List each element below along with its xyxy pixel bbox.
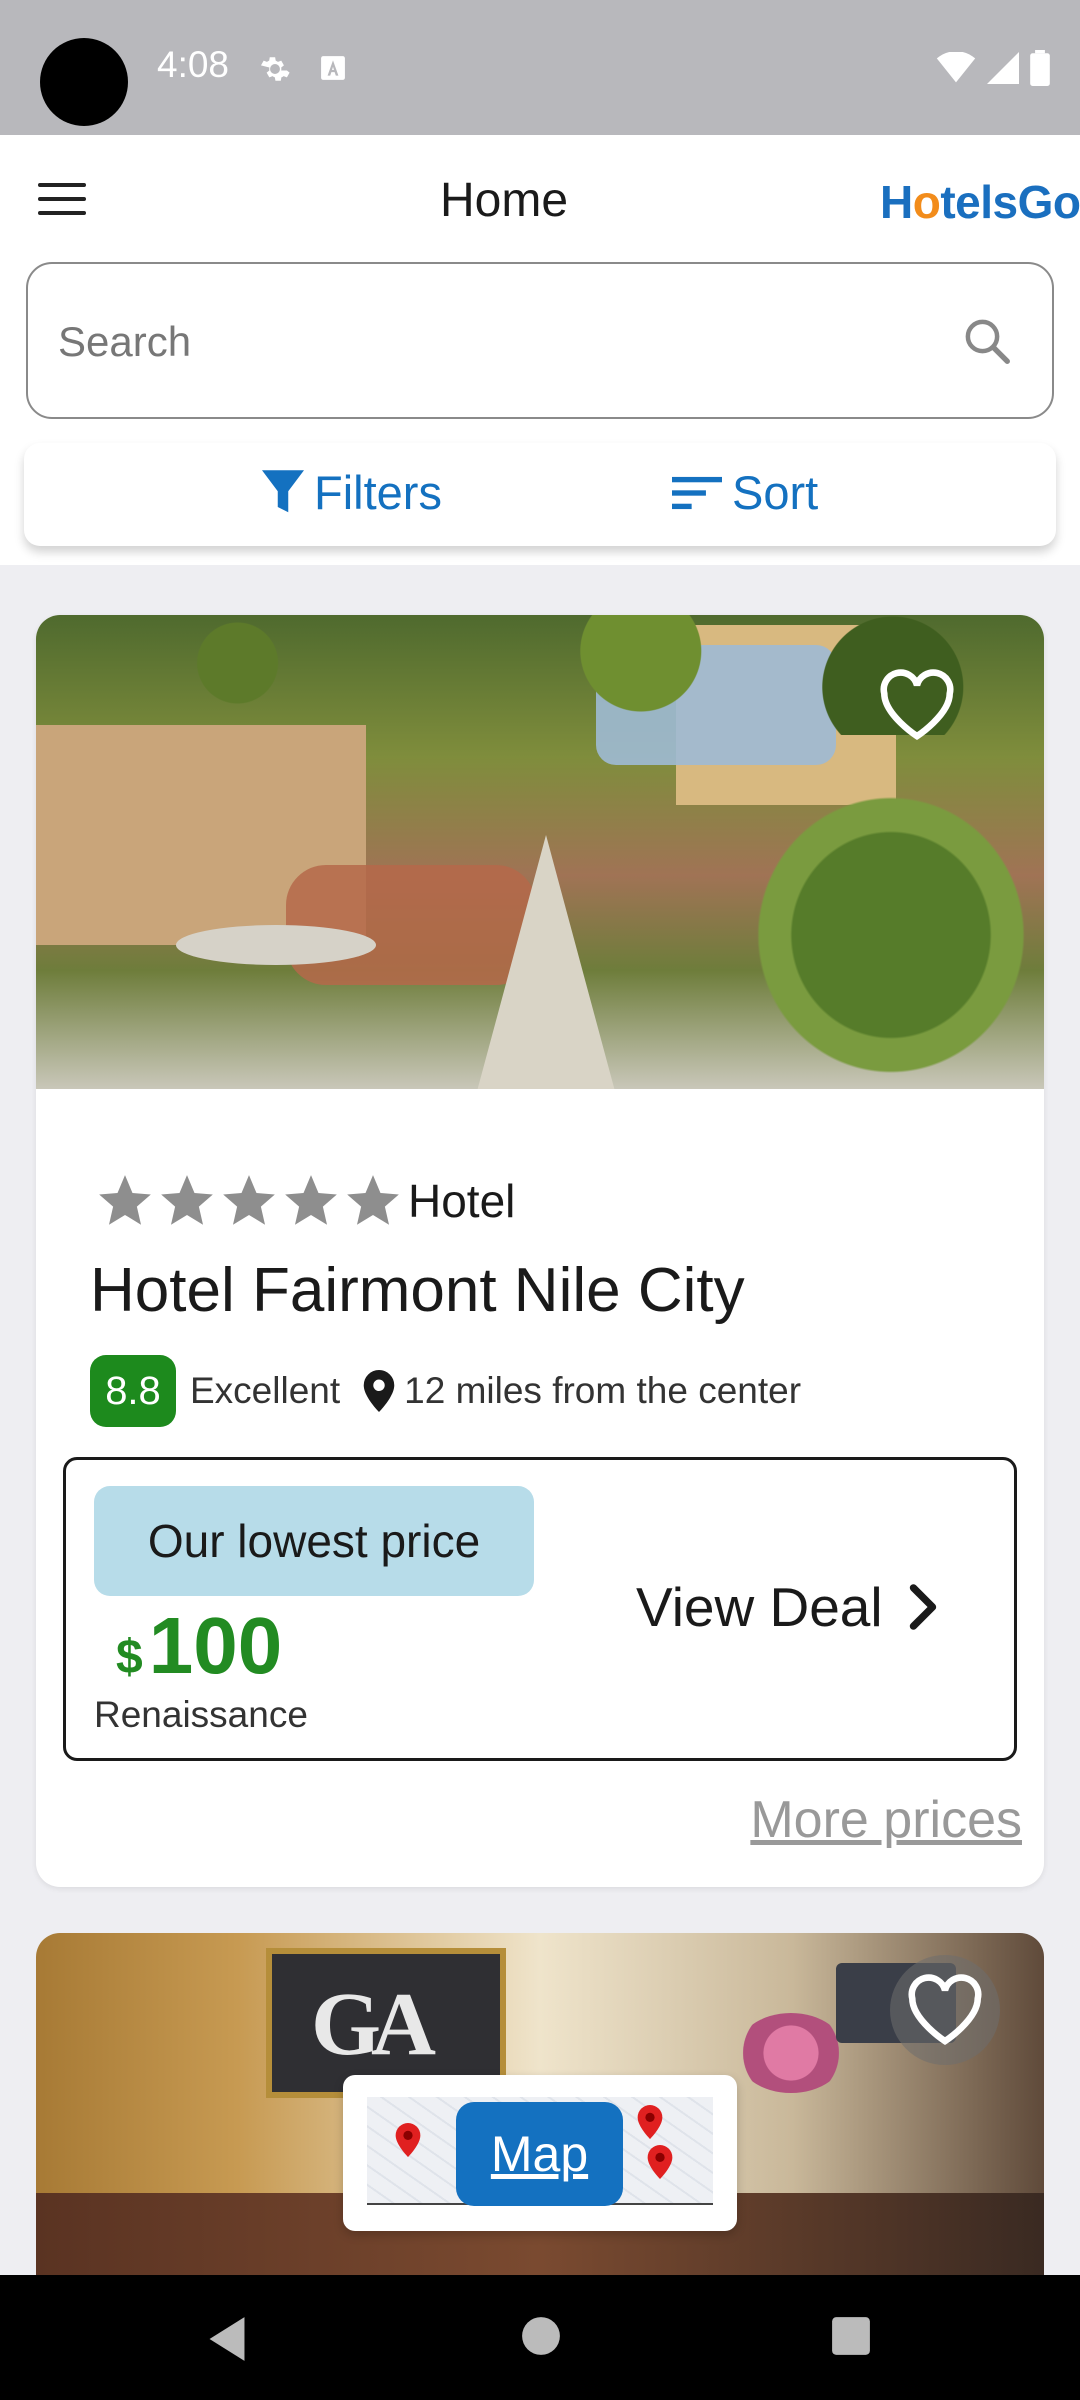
map-pin-icon <box>637 2105 663 2139</box>
price: $ 100 <box>116 1600 282 1692</box>
back-icon[interactable] <box>205 2315 249 2363</box>
heart-outline-icon <box>908 1974 982 2045</box>
deal-box[interactable]: Our lowest price $ 100 Renaissance View … <box>63 1457 1017 1761</box>
status-time: 4:08 <box>157 44 230 85</box>
search-input[interactable] <box>58 312 938 372</box>
sort-button[interactable]: Sort <box>672 465 818 520</box>
star-icon <box>347 1175 399 1225</box>
system-nav-bar <box>0 2275 1080 2400</box>
recents-icon[interactable] <box>830 2315 872 2357</box>
heart-outline-icon <box>880 669 954 740</box>
view-deal-button[interactable]: View Deal <box>636 1575 941 1639</box>
filters-label: Filters <box>314 466 442 519</box>
page-title: Home <box>439 174 569 227</box>
price-currency: $ <box>116 1631 143 1684</box>
map-toggle[interactable]: Map <box>343 2075 737 2231</box>
filters-button[interactable]: Filters <box>262 465 442 520</box>
sort-icon <box>672 476 722 509</box>
filter-sort-bar: Filters Sort <box>24 443 1056 546</box>
star-icon <box>223 1175 275 1225</box>
map-button[interactable]: Map <box>456 2102 623 2206</box>
keyboard-a-icon <box>321 56 345 80</box>
search-icon[interactable] <box>960 314 1014 368</box>
app-header: Home HotelsGo <box>0 135 1080 265</box>
star-rating: Hotel <box>94 1170 515 1232</box>
star-icon <box>99 1175 151 1225</box>
filter-funnel-icon <box>262 469 304 512</box>
battery-icon <box>1030 50 1050 86</box>
cell-signal-icon <box>987 52 1019 84</box>
favorite-button[interactable] <box>862 650 972 760</box>
hotel-sign-logo: GA <box>311 1975 436 2074</box>
settings-gear-icon <box>260 57 290 81</box>
wifi-icon <box>936 52 976 83</box>
home-icon[interactable] <box>520 2315 562 2357</box>
provider-name: Renaissance <box>94 1694 308 1735</box>
map-pin-icon <box>647 2145 673 2179</box>
sort-label: Sort <box>732 466 819 519</box>
map-pin-icon <box>395 2123 421 2157</box>
star-icon <box>285 1175 337 1225</box>
lowest-price-label: Our lowest price <box>94 1486 534 1596</box>
view-deal-label: View Deal <box>636 1576 883 1638</box>
price-amount: 100 <box>148 1601 283 1690</box>
favorite-button[interactable] <box>890 1955 1000 2065</box>
camera-cutout <box>40 38 128 126</box>
more-prices-link[interactable]: More prices <box>750 1790 1022 1850</box>
brand-logo: HotelsGo <box>880 176 1080 228</box>
distance-text: 12 miles from the center <box>404 1370 802 1411</box>
hotel-card[interactable]: Hotel Hotel Fairmont Nile City 8.8 Excel… <box>36 615 1044 1887</box>
status-icons <box>936 50 1050 86</box>
search-field[interactable] <box>26 262 1054 419</box>
score-text: Excellent <box>190 1370 341 1411</box>
hotel-name[interactable]: Hotel Fairmont Nile City <box>90 1255 745 1326</box>
location-pin-icon <box>363 1370 395 1412</box>
chevron-right-icon <box>909 1584 936 1630</box>
review-score-row: 8.8 Excellent 12 miles from the center <box>90 1355 801 1427</box>
star-icon <box>161 1175 213 1225</box>
score-badge: 8.8 <box>90 1355 176 1427</box>
status-bar: 4:08 <box>0 0 1080 135</box>
property-type: Hotel <box>408 1175 516 1227</box>
